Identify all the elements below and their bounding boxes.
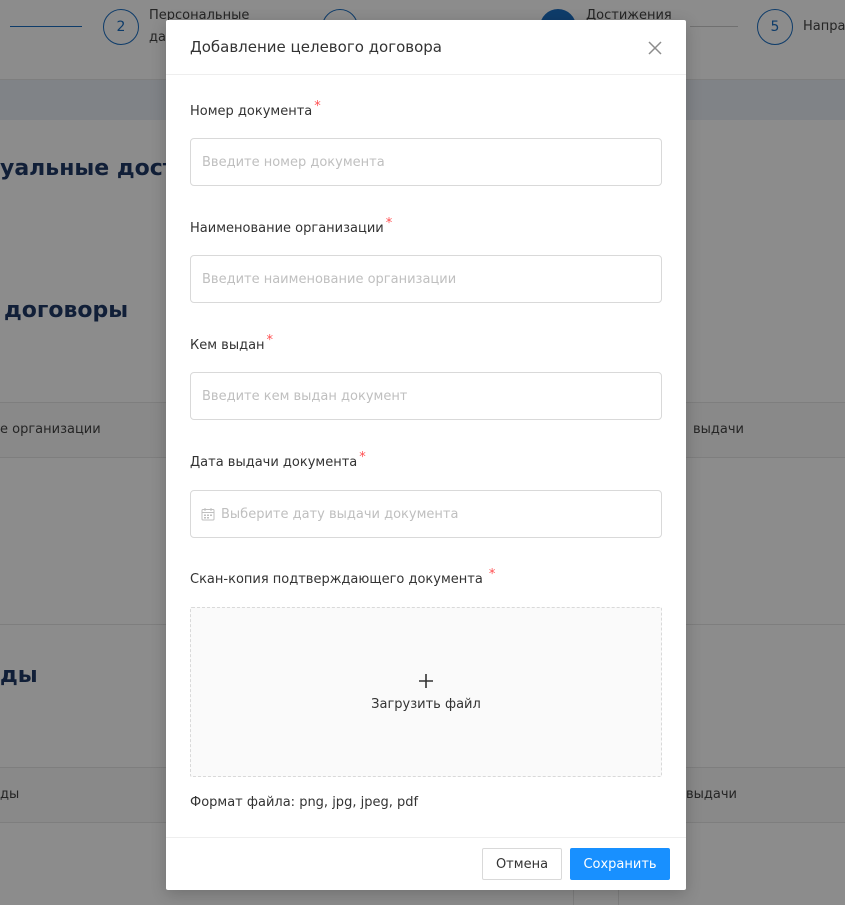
modal-header: Добавление целевого договора	[166, 20, 686, 75]
issued-by-label-text: Кем выдан	[190, 338, 265, 353]
modal-footer: Отмена Сохранить	[166, 837, 686, 890]
doc-number-label-text: Номер документа	[190, 104, 313, 119]
modal-title: Добавление целевого договора	[190, 38, 442, 56]
plus-icon	[419, 673, 433, 688]
required-mark: *	[385, 216, 393, 231]
org-name-label: Наименование организации *	[190, 216, 392, 236]
required-mark: *	[314, 99, 321, 114]
issue-date-picker[interactable]: Выберите дату выдачи документа	[190, 490, 662, 538]
scan-copy-label: Скан-копия подтверждающего документа *	[190, 567, 495, 587]
add-contract-modal: Добавление целевого договора Номер докум…	[166, 20, 686, 890]
close-icon	[648, 41, 662, 55]
file-format-note: Формат файла: png, jpg, jpeg, pdf	[190, 795, 419, 810]
required-mark: *	[359, 450, 366, 465]
scan-copy-label-text: Скан-копия подтверждающего документа	[190, 572, 483, 587]
cancel-button[interactable]: Отмена	[482, 848, 562, 880]
upload-text: Загрузить файл	[371, 696, 481, 712]
required-mark: *	[266, 333, 274, 348]
doc-number-label: Номер документа *	[190, 99, 321, 119]
file-upload-area[interactable]: Загрузить файл	[190, 607, 662, 777]
org-name-label-text: Наименование организации	[190, 221, 384, 236]
issued-by-input[interactable]	[190, 372, 662, 420]
doc-number-input[interactable]	[190, 138, 662, 186]
calendar-icon	[201, 508, 215, 521]
issue-date-label: Дата выдачи документа *	[190, 450, 366, 470]
issue-date-label-text: Дата выдачи документа	[190, 455, 358, 470]
org-name-input[interactable]	[190, 255, 662, 303]
close-button[interactable]	[644, 37, 666, 59]
required-mark: *	[488, 567, 496, 582]
save-button[interactable]: Сохранить	[570, 848, 670, 880]
issue-date-placeholder: Выберите дату выдачи документа	[221, 506, 459, 522]
issued-by-label: Кем выдан *	[190, 333, 273, 353]
